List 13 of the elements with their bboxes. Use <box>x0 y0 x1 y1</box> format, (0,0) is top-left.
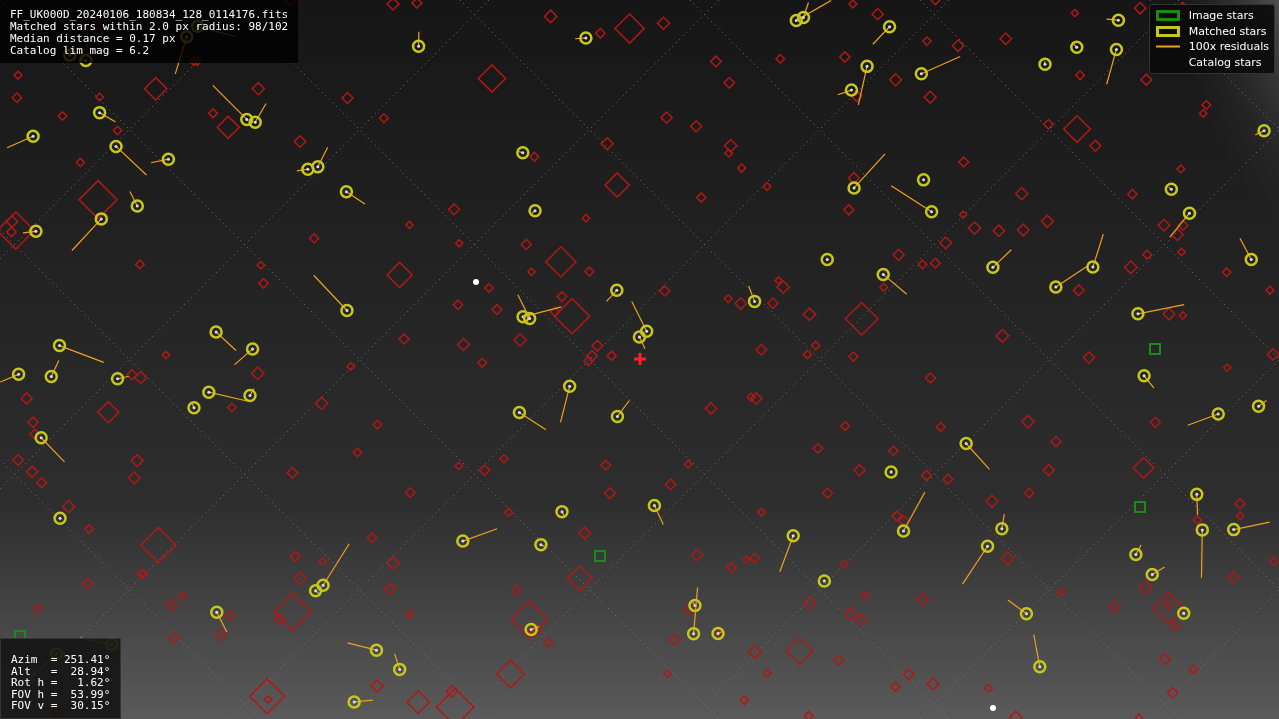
info-text: Median distance = 0.17 px <box>10 33 177 45</box>
info-text: Matched stars within 2.0 px radius: 98/102 <box>10 21 289 33</box>
pointing-text: Alt = 28.94° <box>11 665 111 678</box>
legend-label: 100x residuals <box>1188 40 1269 54</box>
pointing-text: FOV h = 53.99° <box>11 688 111 701</box>
pointing-text: FOV v = 30.15° <box>11 700 111 712</box>
info-text: Catalog lim mag = 6.2 <box>10 45 151 57</box>
info-text: FF_UK000D_20240106_180834_128_0114176.fits <box>10 9 289 21</box>
legend-label: Image stars <box>1188 9 1254 23</box>
pointing-text: Azim = 251.41° <box>11 654 111 666</box>
pointing-text: Rot h = 1.62° <box>11 677 111 689</box>
legend-label: Matched stars <box>1188 24 1267 38</box>
legend-label: Catalog stars <box>1188 55 1262 69</box>
